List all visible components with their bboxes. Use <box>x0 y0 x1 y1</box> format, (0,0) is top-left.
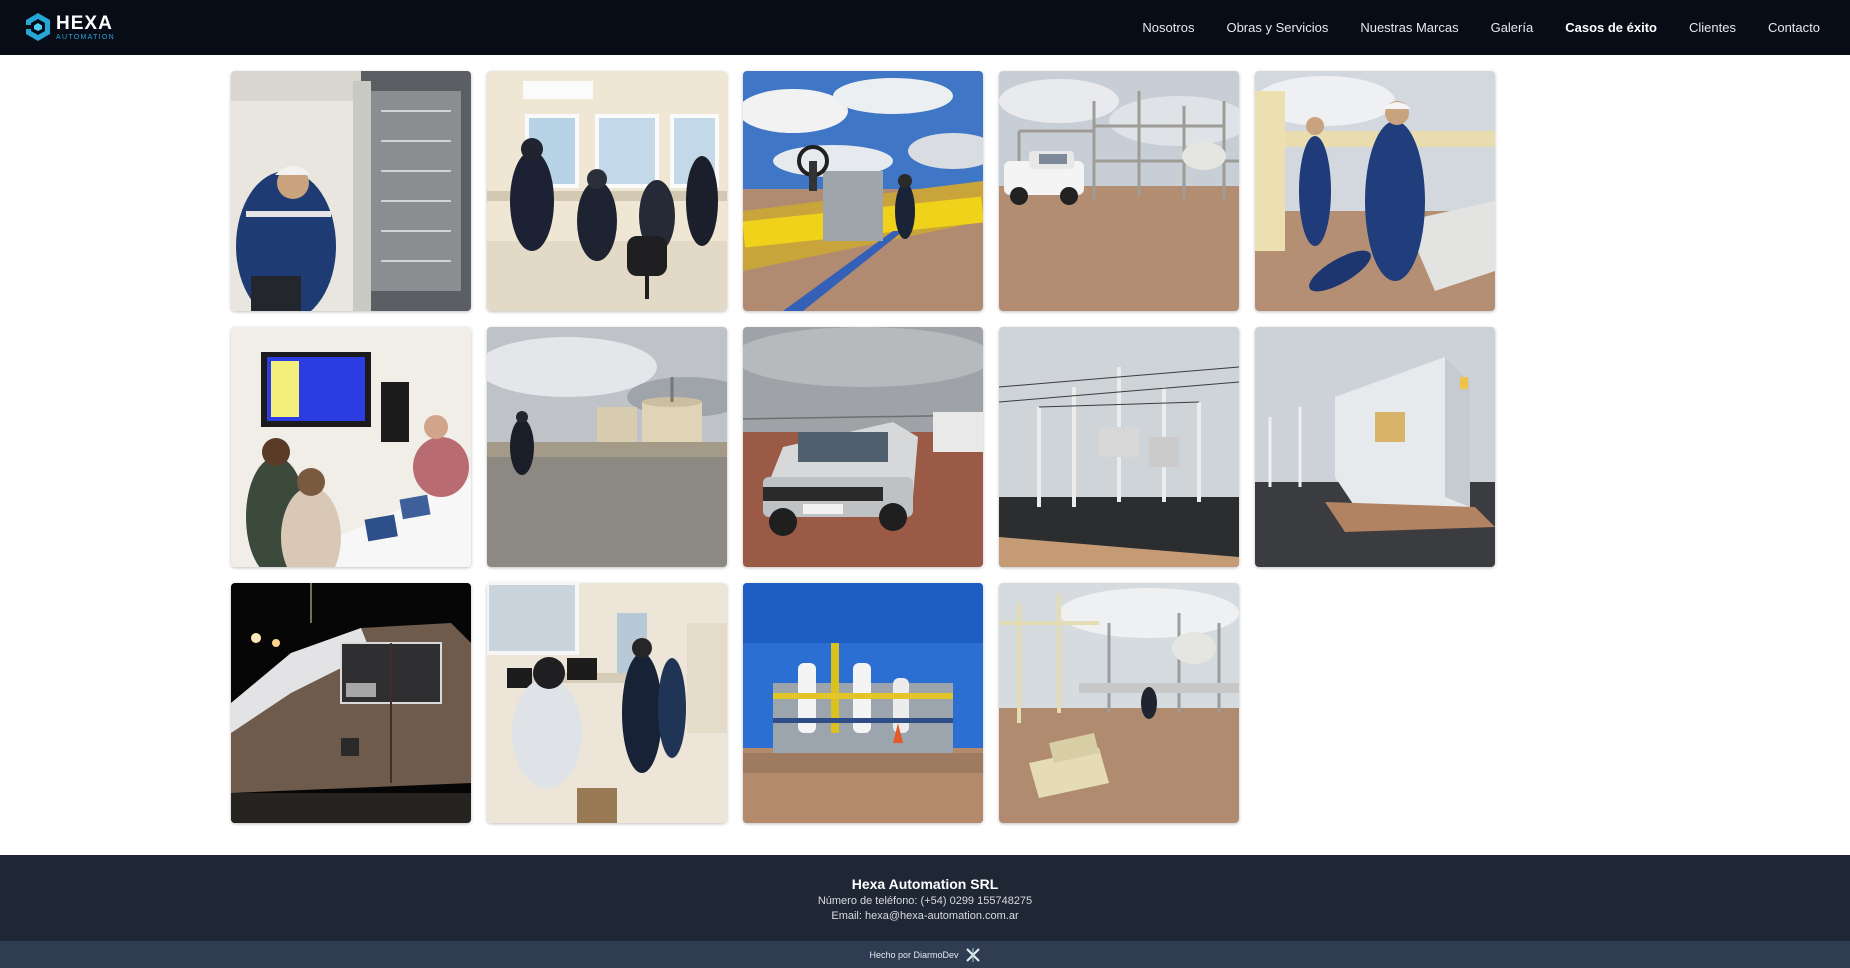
photo-gallery <box>231 71 1511 823</box>
operators-image <box>487 583 727 823</box>
gallery-photo-substation[interactable] <box>999 327 1239 567</box>
brand-tagline: AUTOMATION <box>56 33 116 41</box>
pipe-rack-image <box>999 583 1239 823</box>
footer-email[interactable]: Email: hexa@hexa-automation.com.ar <box>0 910 1850 922</box>
nav-galeria[interactable]: Galería <box>1491 20 1534 35</box>
training-class-image <box>231 327 471 567</box>
pipeline-valve-image <box>743 71 983 311</box>
site-footer: Hexa Automation SRL Número de teléfono: … <box>0 855 1850 941</box>
footer-company-name: Hexa Automation SRL <box>851 876 999 892</box>
credit-bar: Hecho por DiarmoDev <box>0 941 1850 968</box>
gallery-photo-frosted-truck[interactable] <box>231 583 471 823</box>
pickup-desert-image <box>743 327 983 567</box>
nav-contacto[interactable]: Contacto <box>1768 20 1820 35</box>
main-nav: Nosotros Obras y Servicios Nuestras Marc… <box>1110 0 1820 55</box>
workers-pipeline-image <box>1255 71 1495 311</box>
nav-casos-de-exito[interactable]: Casos de éxito <box>1565 20 1657 35</box>
gallery-photo-control-panel[interactable] <box>231 71 471 311</box>
credit-text[interactable]: Hecho por DiarmoDev <box>869 950 958 960</box>
shelter-image <box>1255 327 1495 567</box>
gallery-photo-pipe-rack[interactable] <box>999 583 1239 823</box>
diarmodev-logo-icon[interactable] <box>964 946 981 963</box>
nav-nosotros[interactable]: Nosotros <box>1142 20 1194 35</box>
tanks-field-image <box>487 327 727 567</box>
gallery-photo-pickup-facility[interactable] <box>999 71 1239 311</box>
hexagon-logo-icon <box>24 12 52 42</box>
gallery-photo-training-class[interactable] <box>231 327 471 567</box>
gallery-photo-pipeline-valve[interactable] <box>743 71 983 311</box>
brand-name: HEXA <box>56 12 113 34</box>
gallery-photo-shelter[interactable] <box>1255 327 1495 567</box>
control-room-image <box>487 71 727 311</box>
nav-nuestras-marcas[interactable]: Nuestras Marcas <box>1360 20 1458 35</box>
gallery-photo-control-room[interactable] <box>487 71 727 311</box>
gallery-photo-pickup-desert[interactable] <box>743 327 983 567</box>
top-navbar: HEXA AUTOMATION Nosotros Obras y Servici… <box>0 0 1850 55</box>
gallery-photo-gas-plant[interactable] <box>743 583 983 823</box>
nav-clientes[interactable]: Clientes <box>1689 20 1736 35</box>
footer-phone[interactable]: Número de teléfono: (+54) 0299 155748275 <box>0 895 1850 907</box>
gallery-photo-operators[interactable] <box>487 583 727 823</box>
frosted-truck-image <box>231 583 471 823</box>
pickup-facility-image <box>999 71 1239 311</box>
gallery-photo-tanks-field[interactable] <box>487 327 727 567</box>
gas-plant-image <box>743 583 983 823</box>
control-panel-image <box>231 71 471 311</box>
brand-logo[interactable]: HEXA AUTOMATION <box>24 12 115 42</box>
substation-image <box>999 327 1239 567</box>
nav-obras-y-servicios[interactable]: Obras y Servicios <box>1226 20 1328 35</box>
gallery-photo-workers-pipeline[interactable] <box>1255 71 1495 311</box>
